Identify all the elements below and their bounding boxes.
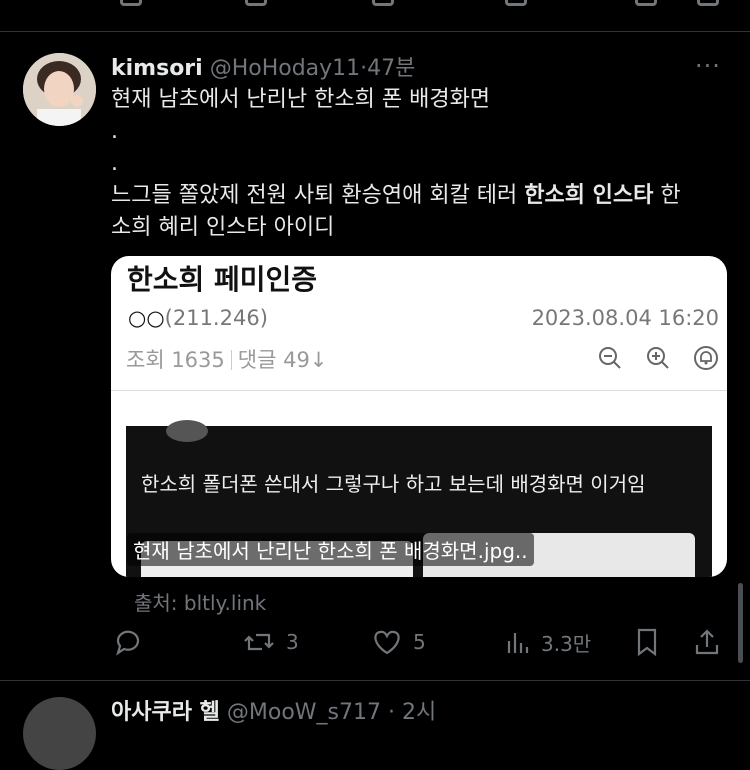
card-comments: 댓글 49↓ bbox=[237, 348, 328, 372]
author-name: ○○ bbox=[128, 306, 165, 330]
zoom-out-icon bbox=[595, 343, 625, 373]
next-user-handle[interactable]: @MooW_s717 bbox=[227, 700, 381, 725]
card-date: 2023.08.04 16:20 bbox=[531, 306, 719, 330]
tweet-line: . bbox=[111, 119, 118, 144]
user-handle[interactable]: @HoHoday11 bbox=[210, 56, 360, 81]
author-ip: (211.246) bbox=[164, 306, 268, 330]
repost-count: 3 bbox=[286, 630, 299, 654]
views-icon[interactable] bbox=[505, 0, 527, 6]
next-tweet-avatar[interactable] bbox=[23, 697, 96, 770]
repost-icon bbox=[244, 633, 274, 651]
share-button[interactable] bbox=[693, 622, 721, 662]
views-count: 3.3만 bbox=[541, 631, 592, 656]
bell-icon bbox=[691, 343, 721, 373]
bookmark-icon bbox=[637, 628, 657, 657]
divider bbox=[0, 31, 750, 32]
tweet-line: 소희 혜리 인스타 아이디 bbox=[111, 215, 335, 240]
tweet-line-text: 한 bbox=[653, 183, 681, 208]
zoom-in-icon bbox=[643, 343, 673, 373]
source-link[interactable]: 출처: bltly.link bbox=[134, 587, 266, 616]
next-tweet-header: 아사쿠라 헬 @MooW_s717 · 2시 bbox=[111, 694, 436, 726]
card-stats: 조회 1635 댓글 49↓ bbox=[126, 344, 327, 374]
tweet-line: 현재 남초에서 난리난 한소희 폰 배경화면 bbox=[111, 87, 491, 112]
bookmark-icon[interactable] bbox=[635, 0, 657, 6]
share-icon bbox=[695, 629, 719, 655]
divider bbox=[0, 680, 750, 681]
card-caption: 현재 남초에서 난리난 한소희 폰 배경화면.jpg.. bbox=[127, 533, 534, 566]
like-count: 5 bbox=[413, 630, 426, 654]
bookmark-button[interactable] bbox=[634, 622, 660, 662]
previous-tweet-actions bbox=[0, 0, 750, 10]
embedded-image-text: 한소희 폴더폰 쓴대서 그렇구나 하고 보는데 배경화면 이거임 bbox=[141, 472, 646, 496]
tweet-line-bold: 한소희 인스타 bbox=[524, 183, 654, 208]
timestamp[interactable]: 47분 bbox=[367, 56, 415, 81]
repost-icon[interactable] bbox=[245, 0, 267, 6]
display-name[interactable]: kimsori bbox=[111, 56, 203, 81]
repost-button[interactable]: 3 bbox=[242, 622, 299, 662]
reply-icon[interactable] bbox=[120, 0, 142, 6]
views-button[interactable]: 3.3만 bbox=[505, 622, 591, 662]
tweet-text: 현재 남초에서 난리난 한소희 폰 배경화면 . . 느그들 쫄았제 전원 사퇴… bbox=[111, 84, 721, 244]
views-icon bbox=[507, 633, 529, 653]
avatar[interactable] bbox=[23, 53, 96, 126]
card-title: 한소희 페미인증 bbox=[127, 263, 318, 296]
like-icon[interactable] bbox=[372, 0, 394, 6]
like-button[interactable]: 5 bbox=[371, 622, 426, 662]
card-icons bbox=[595, 343, 721, 373]
media-card[interactable]: 한소희 페미인증 ○○(211.246) 2023.08.04 16:20 조회… bbox=[111, 256, 727, 577]
image-detail bbox=[166, 420, 208, 442]
tweet-line: 느그들 쫄았제 전원 사퇴 환승연애 회칼 테러 한소희 인스타 한 bbox=[111, 180, 721, 212]
card-divider bbox=[111, 390, 727, 391]
reply-icon bbox=[116, 630, 140, 656]
share-icon[interactable] bbox=[697, 0, 719, 6]
heart-icon bbox=[374, 630, 400, 655]
tweet-line: . bbox=[111, 151, 118, 176]
card-views: 조회 1635 bbox=[126, 348, 225, 372]
scrollbar[interactable] bbox=[738, 583, 743, 663]
next-timestamp[interactable]: · 2시 bbox=[388, 700, 436, 725]
reply-button[interactable] bbox=[112, 622, 142, 662]
card-author: ○○(211.246) bbox=[128, 306, 268, 330]
tweet-header: kimsori @HoHoday11·47분 bbox=[111, 50, 415, 82]
more-options-icon[interactable]: ··· bbox=[695, 52, 721, 80]
tweet-line-text: 느그들 쫄았제 전원 사퇴 환승연애 회칼 테러 bbox=[111, 183, 525, 208]
next-display-name[interactable]: 아사쿠라 헬 bbox=[111, 700, 220, 725]
stat-separator bbox=[230, 350, 232, 370]
